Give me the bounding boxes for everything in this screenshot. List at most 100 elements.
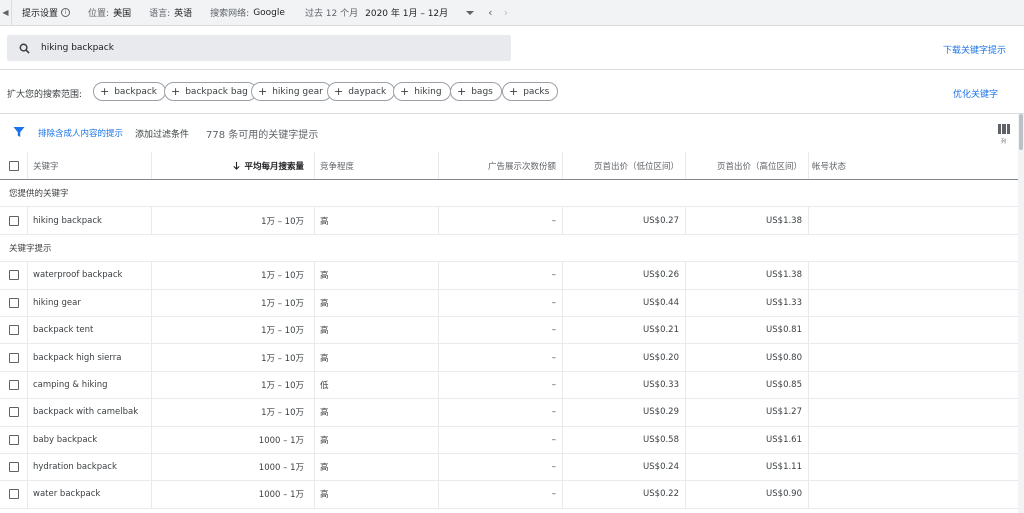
keyword-cell: camping & hiking [28, 371, 152, 399]
header-volume[interactable]: 平均每月搜索量 [152, 152, 315, 179]
header-impression-share[interactable]: 广告展示次数份额 [439, 152, 563, 179]
row-checkbox[interactable] [8, 379, 19, 390]
chip-backpack[interactable]: + backpack [93, 82, 166, 101]
row-checkbox[interactable] [8, 434, 19, 445]
columns-icon[interactable] [998, 124, 1010, 134]
table-row[interactable]: backpack high sierra 1万 – 10万 高 – US$0.2… [0, 344, 1018, 372]
keyword-cell: hiking backpack [28, 207, 152, 234]
chevron-left-icon[interactable]: ‹ [488, 6, 492, 19]
exclude-adult-filter[interactable]: 排除含成人内容的提示 [38, 127, 123, 139]
chip-bags[interactable]: + bags [450, 82, 502, 101]
table-row[interactable]: camping & hiking 1万 – 10万 低 – US$0.33 US… [0, 371, 1018, 400]
row-checkbox[interactable] [8, 462, 19, 473]
volume-text: 1000 – 1万 [258, 463, 304, 474]
volume-text: 1万 – 10万 [261, 298, 304, 309]
table-row[interactable]: backpack with camelbak 1万 – 10万 高 – US$0… [0, 399, 1018, 427]
header-bid-high[interactable]: 页首出价（高位区间） [686, 152, 809, 179]
row-checkbox[interactable] [8, 489, 19, 500]
bid-low-cell: US$0.21 [563, 316, 686, 344]
bid-high-text: US$1.38 [766, 215, 802, 226]
search-input[interactable]: hiking backpack [7, 35, 511, 61]
language-setting[interactable]: 语言: 英语 [149, 6, 192, 19]
download-keywords-link[interactable]: 下载关键字提示 [943, 43, 1006, 56]
collapse-arrow-icon[interactable]: ◀ [0, 0, 12, 26]
network-setting[interactable]: 搜索网络: Google [210, 6, 285, 20]
row-checkbox[interactable] [8, 297, 19, 308]
bid-high-text: US$0.85 [766, 379, 802, 390]
bid-low-text: US$0.20 [643, 352, 679, 363]
table-row[interactable]: baby backpack 1000 – 1万 高 – US$0.58 US$1… [0, 426, 1018, 454]
location-setting[interactable]: 位置: 美国 [88, 6, 131, 19]
header-bid-low[interactable]: 页首出价（低位区间） [563, 152, 686, 179]
competition-cell: 高 [315, 426, 439, 453]
bid-high-cell: US$1.33 [686, 289, 809, 316]
table-row[interactable]: hiking gear 1万 – 10万 高 – US$0.44 US$1.33 [0, 289, 1018, 317]
table-row[interactable]: backpack tent 1万 – 10万 高 – US$0.21 US$0.… [0, 316, 1018, 345]
plus-icon: + [100, 85, 110, 98]
add-filter-button[interactable]: 添加过滤条件 [135, 127, 189, 140]
bid-low-cell: US$0.20 [563, 344, 686, 371]
row-checkbox[interactable] [8, 270, 19, 281]
chip-label: bags [471, 86, 493, 97]
impression-text: – [551, 489, 556, 500]
keyword-text: waterproof backpack [33, 270, 123, 281]
refine-keywords-link[interactable]: 优化关键字 [953, 87, 998, 100]
chevron-right-icon[interactable]: › [504, 6, 508, 19]
table-row[interactable]: hydration backpack 1000 – 1万 高 – US$0.24… [0, 453, 1018, 482]
row-checkbox-cell [0, 344, 28, 371]
competition-text: 高 [320, 353, 329, 364]
volume-cell: 1000 – 1万 [152, 481, 315, 508]
bid-high-cell: US$1.11 [686, 453, 809, 481]
chip-daypack[interactable]: + daypack [327, 82, 396, 101]
search-icon [7, 43, 41, 54]
volume-cell: 1万 – 10万 [152, 344, 315, 371]
chip-backpack-bag[interactable]: + backpack bag [164, 82, 257, 101]
header-keyword[interactable]: 关键字 [28, 152, 152, 179]
impression-text: – [551, 215, 556, 226]
bid-high-text: US$0.90 [766, 489, 802, 500]
settings-title-group[interactable]: 提示设置 i [22, 6, 71, 19]
competition-cell: 高 [315, 207, 439, 234]
location-label: 位置: [88, 9, 110, 19]
info-icon[interactable]: i [61, 8, 71, 17]
bid-high-cell: US$1.38 [686, 262, 809, 289]
chip-hiking[interactable]: + hiking [393, 82, 451, 101]
volume-cell: 1000 – 1万 [152, 426, 315, 453]
header-competition[interactable]: 竞争程度 [315, 152, 439, 179]
keyword-cell: waterproof backpack [28, 262, 152, 289]
plus-icon: + [258, 85, 268, 98]
competition-text: 高 [320, 490, 329, 501]
header-bid-low-label: 页首出价（低位区间） [593, 161, 679, 172]
chip-packs[interactable]: + packs [502, 82, 559, 101]
account-status-cell [809, 290, 1018, 316]
competition-cell: 高 [315, 344, 439, 371]
network-label: 搜索网络: [210, 9, 250, 19]
row-checkbox[interactable] [8, 407, 19, 418]
competition-text: 高 [320, 463, 329, 474]
bid-low-text: US$0.58 [643, 434, 679, 445]
network-value: Google [253, 7, 285, 18]
header-account-status[interactable]: 帐号状态 [809, 152, 1018, 179]
scrollbar[interactable] [1018, 114, 1024, 513]
table-row[interactable]: waterproof backpack 1万 – 10万 高 – US$0.26… [0, 262, 1018, 290]
section-ideas: 关键字提示 [0, 234, 1018, 263]
chip-hiking-gear[interactable]: + hiking gear [251, 82, 332, 101]
row-checkbox[interactable] [8, 352, 19, 363]
keyword-text: hiking gear [33, 297, 81, 308]
table-row[interactable]: water backpack 1000 – 1万 高 – US$0.22 US$… [0, 481, 1018, 509]
header-bid-high-label: 页首出价（高位区间） [716, 161, 802, 172]
row-checkbox[interactable] [8, 215, 19, 226]
filter-icon[interactable] [13, 126, 25, 141]
row-checkbox-cell [0, 371, 28, 399]
plus-icon: + [400, 85, 410, 98]
select-all-checkbox[interactable] [8, 160, 19, 171]
date-range-selector[interactable]: 过去 12 个月 2020 年 1月 – 12月 [305, 6, 475, 19]
table-row[interactable]: hiking backpack 1万 – 10万 高 – US$0.27 US$… [0, 207, 1018, 235]
dropdown-icon[interactable] [466, 10, 475, 15]
scroll-thumb[interactable] [1019, 114, 1023, 150]
row-checkbox[interactable] [8, 325, 19, 336]
volume-text: 1万 – 10万 [261, 408, 304, 419]
keyword-cell: backpack tent [28, 316, 152, 344]
bid-low-text: US$0.22 [643, 489, 679, 500]
plus-icon: + [457, 85, 467, 98]
